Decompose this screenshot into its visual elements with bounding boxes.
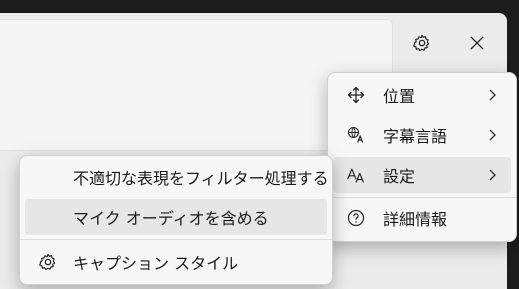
chevron-right-icon bbox=[489, 169, 496, 181]
menu-item-label: 不適切な表現をフィルター処理する bbox=[73, 169, 329, 188]
menu-item-caption-language[interactable]: 字幕言語 bbox=[333, 117, 511, 153]
menu-item-label: 字幕言語 bbox=[383, 127, 448, 146]
move-arrows-icon bbox=[345, 85, 367, 105]
translate-icon bbox=[345, 125, 367, 145]
menu-item-label: 設定 bbox=[383, 167, 416, 186]
chevron-right-icon bbox=[489, 89, 496, 101]
gear-icon bbox=[413, 34, 430, 52]
help-circle-icon bbox=[345, 208, 367, 228]
settings-button[interactable] bbox=[406, 27, 438, 59]
close-icon bbox=[470, 36, 484, 50]
menu-item-include-mic-audio[interactable]: マイク オーディオを含める bbox=[25, 199, 327, 235]
chevron-right-icon bbox=[489, 129, 496, 141]
menu-item-position[interactable]: 位置 bbox=[333, 77, 511, 113]
options-menu: 位置 字幕言語 設定 詳細情報 bbox=[327, 72, 517, 242]
menu-item-profanity-filter[interactable]: 不適切な表現をフィルター処理する bbox=[25, 159, 329, 195]
menu-item-settings[interactable]: 設定 bbox=[333, 157, 511, 193]
menu-divider bbox=[20, 239, 332, 240]
menu-item-more-info[interactable]: 詳細情報 bbox=[333, 200, 511, 236]
gear-icon bbox=[37, 252, 59, 272]
text-style-icon bbox=[345, 165, 367, 185]
close-button[interactable] bbox=[461, 27, 493, 59]
menu-item-label: キャプション スタイル bbox=[73, 254, 239, 273]
menu-item-label: マイク オーディオを含める bbox=[73, 209, 269, 228]
menu-item-caption-style[interactable]: キャプション スタイル bbox=[25, 244, 327, 280]
menu-divider bbox=[328, 197, 516, 198]
menu-item-label: 位置 bbox=[383, 87, 416, 106]
settings-submenu: 不適切な表現をフィルター処理する マイク オーディオを含める キャプション スタ… bbox=[19, 155, 333, 285]
menu-item-label: 詳細情報 bbox=[383, 210, 448, 229]
